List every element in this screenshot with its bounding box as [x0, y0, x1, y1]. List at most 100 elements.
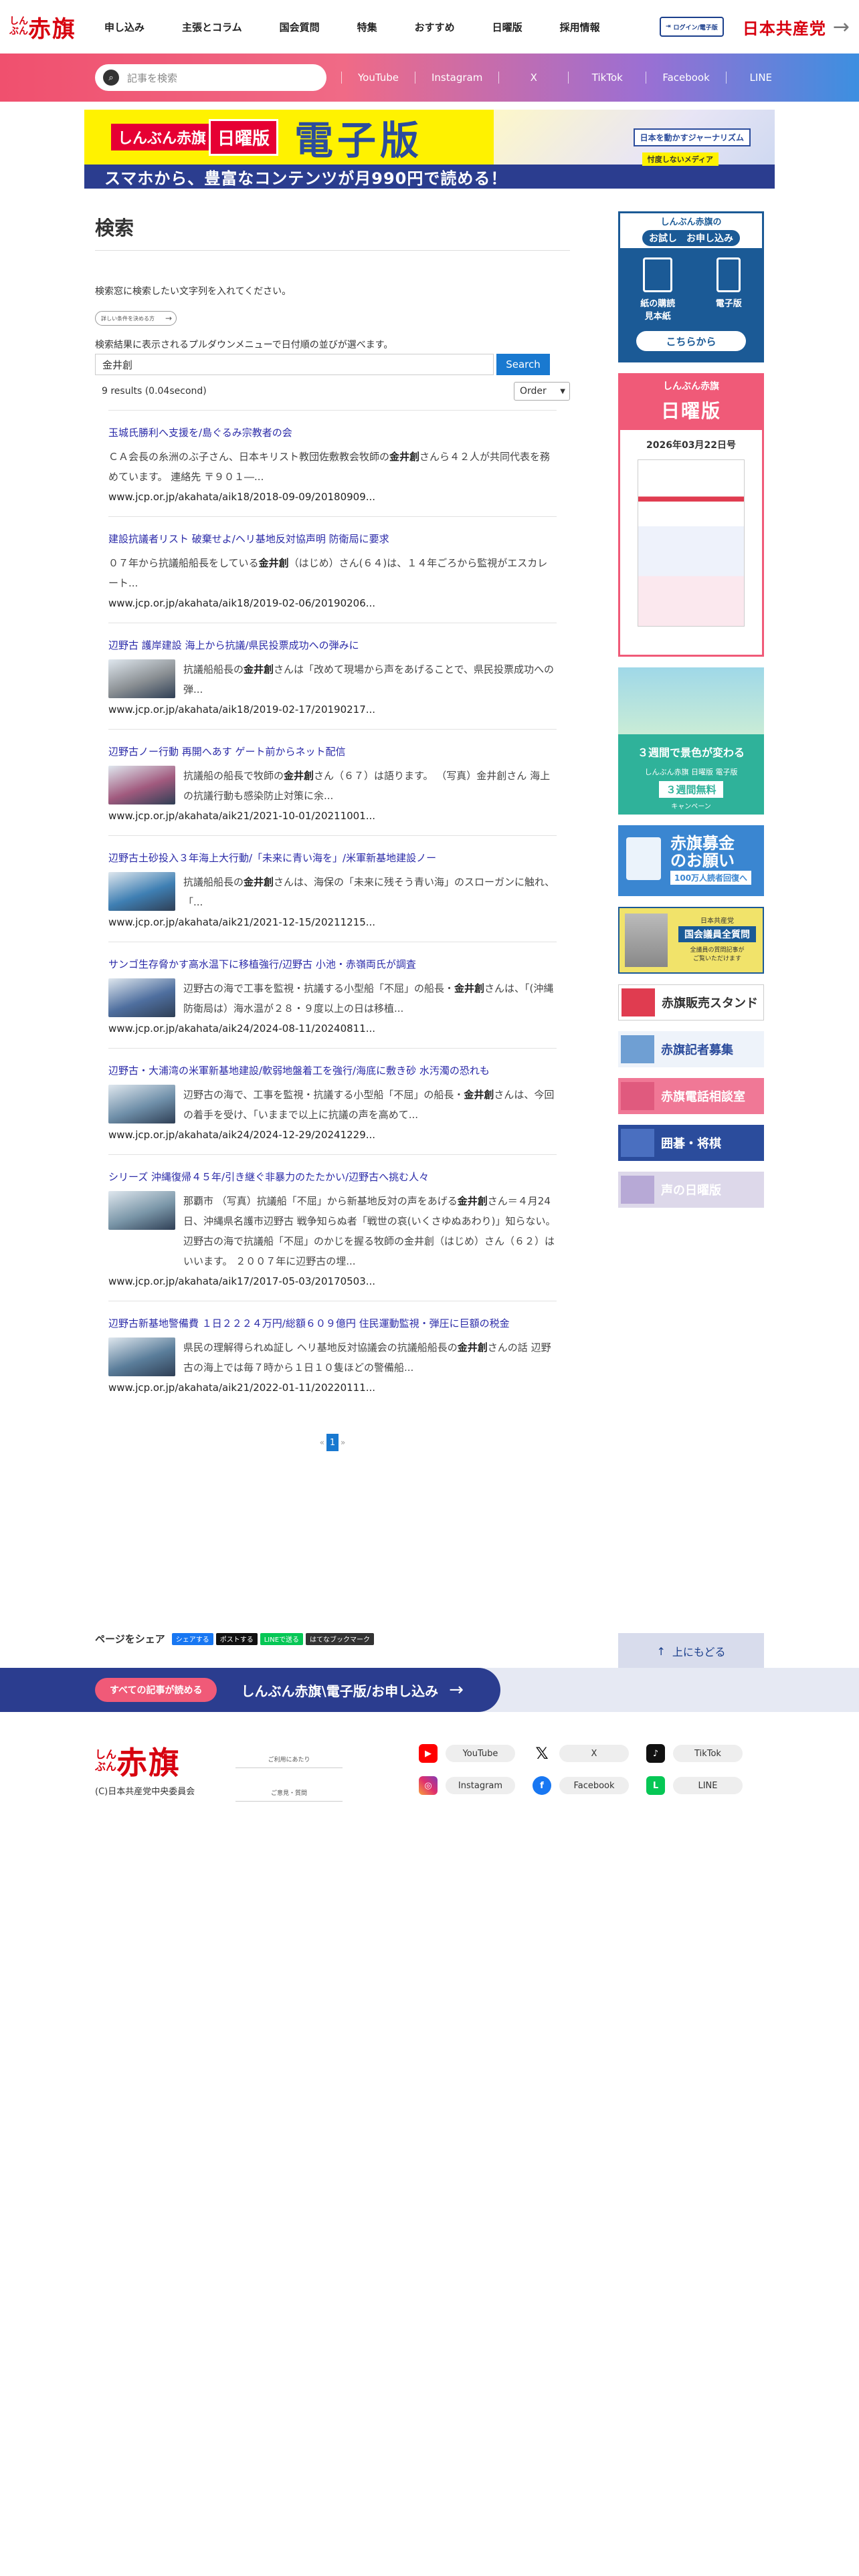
- result-url[interactable]: www.jcp.or.jp/akahata/aik18/2019-02-17/2…: [108, 704, 557, 716]
- result-title-link[interactable]: 辺野古土砂投入３年海上大行動/「未来に青い海を」/米軍新基地建設ノー: [108, 851, 557, 865]
- result-thumbnail[interactable]: [108, 872, 175, 911]
- result-url[interactable]: www.jcp.or.jp/akahata/aik17/2017-05-03/2…: [108, 1275, 557, 1287]
- result-thumbnail[interactable]: [108, 1085, 175, 1123]
- sunday-edition-box[interactable]: しんぶん赤旗 日曜版 2026年03月22日号: [618, 373, 764, 657]
- search-input[interactable]: ⌕ 記事を検索: [95, 64, 326, 91]
- result-title-link[interactable]: 辺野古 護岸建設 海上から抗議/県民投票成功への弾みに: [108, 638, 557, 653]
- donation-banner[interactable]: 赤旗募金 のお願い 100万人読者回復へ: [618, 825, 764, 896]
- trial-banner[interactable]: しんぶん赤旗の お試し お申し込み 紙の購読 見本紙 電子版 こちらから: [618, 211, 764, 362]
- order-select[interactable]: Order ▼: [514, 382, 570, 401]
- footer-sns-x[interactable]: 𝕏 X: [533, 1744, 646, 1763]
- sns-link-line[interactable]: LINE: [725, 72, 795, 84]
- result-snippet: 県民の理解得られぬ証し ヘリ基地反対協議会の抗議船船長の金井創さんの話 辺野古の…: [183, 1337, 557, 1378]
- banner-tag-red: しんぶん赤旗: [111, 124, 213, 150]
- result-url[interactable]: www.jcp.or.jp/akahata/aik24/2024-08-11/2…: [108, 1023, 557, 1035]
- main-content: 検索 検索窓に検索したい文字列を入れてください。 詳しい条件を決める方 → 検索…: [95, 213, 570, 1451]
- share-hatena-button[interactable]: はてなブックマーク: [306, 1632, 375, 1645]
- result-url[interactable]: www.jcp.or.jp/akahata/aik18/2018-09-09/2…: [108, 491, 557, 503]
- share-line-button[interactable]: LINEで送る: [260, 1632, 304, 1645]
- query-input[interactable]: 金井創: [95, 354, 494, 375]
- trial-go-button[interactable]: こちらから: [636, 331, 746, 351]
- sns-link-tiktok[interactable]: TikTok: [568, 72, 646, 84]
- sns-link-instagram[interactable]: Instagram: [415, 72, 498, 84]
- sunday-top: しんぶん赤旗: [663, 381, 719, 392]
- banner-tag-sunday: 日曜版: [209, 118, 279, 156]
- nav-item-diet[interactable]: 国会質問: [280, 20, 320, 34]
- share-facebook-button[interactable]: シェアする: [171, 1632, 213, 1645]
- footer-sns-tiktok[interactable]: ♪ TikTok: [646, 1744, 760, 1763]
- result-snippet: 抗議船船長の金井創さんは、海保の「未来に残そう青い海」のスローガンに触れ、「..…: [183, 872, 557, 912]
- igo-label: 囲碁・将棋: [661, 1137, 721, 1151]
- result-url[interactable]: www.jcp.or.jp/akahata/aik21/2021-10-01/2…: [108, 810, 557, 822]
- result-url[interactable]: www.jcp.or.jp/akahata/aik21/2022-01-11/2…: [108, 1382, 557, 1394]
- footer-sns-label: YouTube: [446, 1745, 515, 1762]
- result-title-link[interactable]: 建設抗議者リスト 破棄せよ/ヘリ基地反対協声明 防衛局に要求: [108, 532, 557, 546]
- snippet-keyword: 金井創: [244, 663, 274, 675]
- nav-item-subscribe[interactable]: 申し込み: [104, 20, 145, 34]
- arrow-right-icon[interactable]: →: [833, 15, 850, 39]
- jcp-link[interactable]: 日本共産党: [743, 15, 826, 39]
- subscribe-cta[interactable]: すべての記事が読める しんぶん赤旗\電子版/お申し込み →: [0, 1668, 500, 1712]
- result-title-link[interactable]: サンゴ生存脅かす高水温下に移植強行/辺野古 小池・赤嶺両氏が調査: [108, 957, 557, 972]
- result-thumbnail[interactable]: [108, 1337, 175, 1376]
- site-header: しんぶん 赤旗 申し込み 主張とコラム 国会質問 特集 おすすめ 日曜版 採用情…: [0, 0, 859, 53]
- pager-next[interactable]: »: [339, 1438, 347, 1447]
- sidebar: しんぶん赤旗の お試し お申し込み 紙の購読 見本紙 電子版 こちらから しんぶ…: [618, 211, 764, 1218]
- nav-item-opinion[interactable]: 主張とコラム: [182, 20, 242, 34]
- login-button[interactable]: ⇥ ログイン/電子版: [659, 17, 724, 37]
- result-url[interactable]: www.jcp.or.jp/akahata/aik18/2019-02-06/2…: [108, 597, 557, 609]
- result-thumbnail[interactable]: [108, 659, 175, 698]
- footer-sns-youtube[interactable]: ▶ YouTube: [419, 1744, 533, 1763]
- nav-item-recommend[interactable]: おすすめ: [415, 20, 455, 34]
- sns-link-facebook[interactable]: Facebook: [646, 72, 725, 84]
- phone-label: 赤旗電話相談室: [661, 1090, 745, 1104]
- phone-consult-banner[interactable]: 赤旗電話相談室: [618, 1078, 764, 1114]
- result-thumbnail[interactable]: [108, 1191, 175, 1230]
- result-snippet: 抗議船船長の金井創さんは「改めて現場から声をあげることで、県民投票成功への弾..…: [183, 659, 557, 700]
- digital-edition-banner[interactable]: しんぶん赤旗 日曜版 電子版 日本を動かすジャーナリズム 忖度しないメディア ス…: [84, 110, 775, 189]
- voice-sunday-banner[interactable]: 声の日曜版: [618, 1172, 764, 1208]
- search-button[interactable]: Search: [496, 354, 550, 375]
- footer-link-terms[interactable]: ご利用にあたり: [235, 1751, 343, 1768]
- result-url[interactable]: www.jcp.or.jp/akahata/aik24/2024-12-29/2…: [108, 1129, 557, 1141]
- result-title-link[interactable]: 辺野古ノー行動 再開へあす ゲート前からネット配信: [108, 744, 557, 759]
- free-trial-campaign[interactable]: ３週間で景色が変わる しんぶん赤旗 日曜版 電子版 ３週間無料 キャンペーン: [618, 667, 764, 815]
- nav-item-sunday[interactable]: 日曜版: [492, 20, 522, 34]
- share-x-button[interactable]: ポストする: [215, 1632, 258, 1645]
- result-snippet: 辺野古の海で工事を監視・抗議する小型船「不屈」の船長・金井創さんは、「(沖縄防衛…: [183, 978, 557, 1018]
- banner-bottom-text: スマホから、豊富なコンテンツが月990円で読める！: [84, 165, 775, 189]
- footer-sns-line[interactable]: L LINE: [646, 1776, 760, 1795]
- result-title-link[interactable]: シリーズ 沖縄復帰４５年/引き継ぐ非暴力のたたかい/辺野古へ挑む人々: [108, 1170, 557, 1184]
- advanced-search-button[interactable]: 詳しい条件を決める方 →: [95, 311, 177, 326]
- banner-edition: 電子版: [294, 118, 423, 163]
- footer-sns-facebook[interactable]: f Facebook: [533, 1776, 646, 1795]
- result-body: 辺野古の海で工事を監視・抗議する小型船「不屈」の船長・金井創さんは、「(沖縄防衛…: [108, 978, 557, 1018]
- diet-questions-banner[interactable]: 日本共産党 国会議員全質問 全議員の質問記事が ご覧いただけます: [618, 907, 764, 974]
- sns-link-x[interactable]: X: [498, 72, 568, 84]
- igo-shogi-banner[interactable]: 囲碁・将棋: [618, 1125, 764, 1161]
- snippet-text: 辺野古の海で、工事を監視・抗議する小型船「不屈」の船長・: [183, 1089, 464, 1101]
- footer-sns-instagram[interactable]: ◎ Instagram: [419, 1776, 533, 1795]
- read-all-badge: すべての記事が読める: [95, 1678, 217, 1702]
- pager-current[interactable]: 1: [326, 1434, 339, 1451]
- footer-link-contact[interactable]: ご意見・質問: [235, 1784, 343, 1802]
- sales-stand-banner[interactable]: 赤旗販売スタンド: [618, 984, 764, 1021]
- result-thumbnail[interactable]: [108, 978, 175, 1017]
- result-snippet: 那覇市 （写真）抗議船「不屈」から新基地反対の声をあげる金井創さん＝４月24日、…: [183, 1191, 557, 1271]
- sns-link-youtube[interactable]: YouTube: [341, 72, 415, 84]
- sunday-cover-image: [638, 459, 745, 627]
- instagram-icon: ◎: [419, 1776, 438, 1795]
- result-title-link[interactable]: 辺野古・大浦湾の米軍新基地建設/軟弱地盤着工を強行/海底に敷き砂 水汚濁の恐れも: [108, 1063, 557, 1078]
- result-title-link[interactable]: 辺野古新基地警備費 １日２２２４万円/総額６０９億円 住民運動監視・弾圧に巨額の…: [108, 1316, 557, 1331]
- result-title-link[interactable]: 玉城氏勝利へ支援を/島ぐるみ宗教者の会: [108, 425, 557, 440]
- back-to-top-button[interactable]: ↑ 上にもどる: [618, 1633, 764, 1669]
- site-logo[interactable]: しんぶん 赤旗: [9, 11, 76, 43]
- result-thumbnail[interactable]: [108, 766, 175, 804]
- reporter-recruit-banner[interactable]: 赤旗記者募集: [618, 1031, 764, 1067]
- nav-item-recruit[interactable]: 採用情報: [560, 20, 600, 34]
- result-url[interactable]: www.jcp.or.jp/akahata/aik21/2021-12-15/2…: [108, 916, 557, 928]
- footer-logo[interactable]: しんぶん 赤旗: [95, 1739, 181, 1783]
- result-item: シリーズ 沖縄復帰４５年/引き継ぐ非暴力のたたかい/辺野古へ挑む人々那覇市 （写…: [108, 1154, 557, 1301]
- pager-prev[interactable]: «: [318, 1438, 326, 1447]
- nav-item-special[interactable]: 特集: [357, 20, 377, 34]
